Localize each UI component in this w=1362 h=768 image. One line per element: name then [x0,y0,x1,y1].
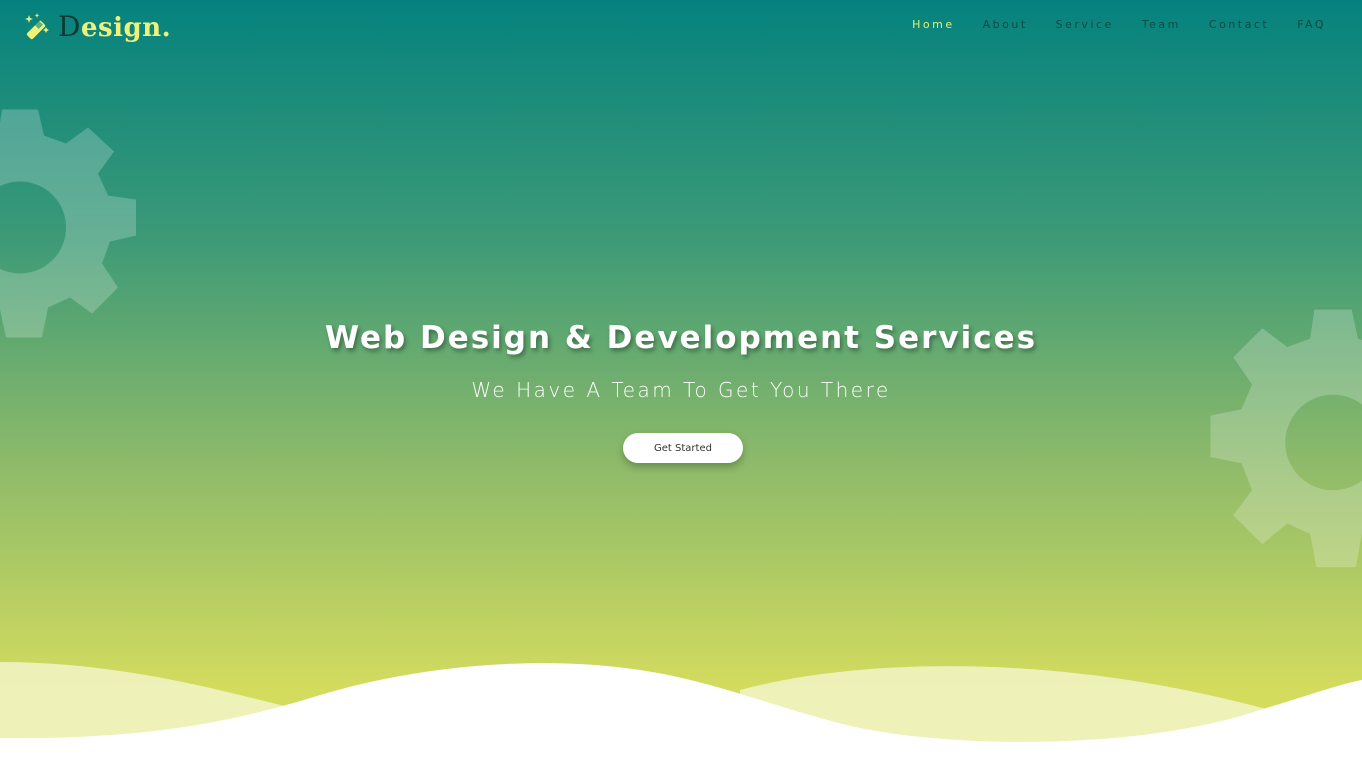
nav-item-team[interactable]: Team [1142,18,1181,31]
wave-divider [0,662,1362,768]
brand-name-rest: esign. [80,13,172,43]
nav-item-faq[interactable]: FAQ [1297,18,1326,31]
nav-item-contact[interactable]: Contact [1209,18,1269,31]
brand-name: Design. [58,10,171,43]
hero-section: Design. Home About Service Team Contact … [0,0,1362,768]
main-nav: Home About Service Team Contact FAQ [884,18,1326,31]
nav-item-home[interactable]: Home [912,18,954,31]
navbar: Design. Home About Service Team Contact … [0,0,1362,54]
hero-title: Web Design & Development Services [324,320,1038,356]
brand-logo[interactable]: Design. [24,10,171,43]
nav-item-service[interactable]: Service [1056,18,1114,31]
get-started-button[interactable]: Get Started [623,433,743,463]
nav-item-about[interactable]: About [983,18,1028,31]
hero-subtitle: We Have A Team To Get You There [471,378,891,402]
brand-name-initial: D [58,10,81,43]
magic-wand-icon [25,12,49,39]
